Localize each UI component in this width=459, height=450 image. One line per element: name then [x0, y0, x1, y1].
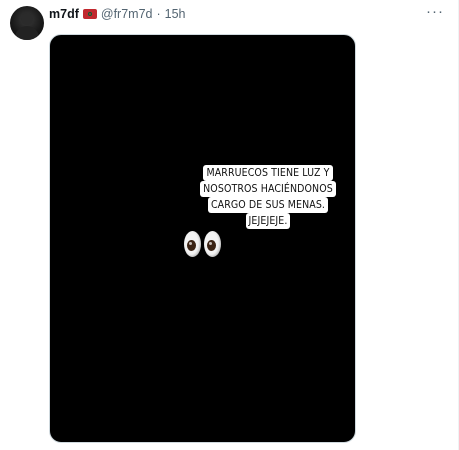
author-handle[interactable]: @fr7m7d: [101, 6, 153, 22]
caption-line: NOSOTROS HACIÉNDONOS: [200, 181, 336, 197]
morocco-flag-icon: [82, 9, 97, 19]
left-eye-icon: [184, 231, 201, 257]
right-eye-icon: [204, 231, 221, 257]
separator-dot: ·: [156, 7, 161, 21]
tweet-header: m7df @fr7m7d · 15h: [49, 6, 186, 22]
tweet-timestamp[interactable]: 15h: [165, 6, 186, 22]
tweet-media-image[interactable]: MARRUECOS TIENE LUZ Y NOSOTROS HACIÉNDON…: [49, 34, 356, 443]
caption-line: CARGO DE SUS MENAS.: [207, 197, 329, 213]
avatar-silhouette-head: [21, 13, 33, 25]
caption-line: JEJEJEJE.: [245, 213, 291, 229]
tweet-card[interactable]: m7df @fr7m7d · 15h ··· MARRUECOS TIENE L…: [0, 0, 459, 450]
more-horizontal-icon[interactable]: ···: [426, 4, 444, 20]
caption-line: MARRUECOS TIENE LUZ Y: [203, 165, 333, 181]
avatar-silhouette-body: [15, 26, 39, 40]
author-name[interactable]: m7df: [49, 6, 79, 22]
image-caption: MARRUECOS TIENE LUZ Y NOSOTROS HACIÉNDON…: [184, 165, 352, 229]
avatar[interactable]: [10, 6, 44, 40]
eyes-emoji: [184, 231, 224, 257]
